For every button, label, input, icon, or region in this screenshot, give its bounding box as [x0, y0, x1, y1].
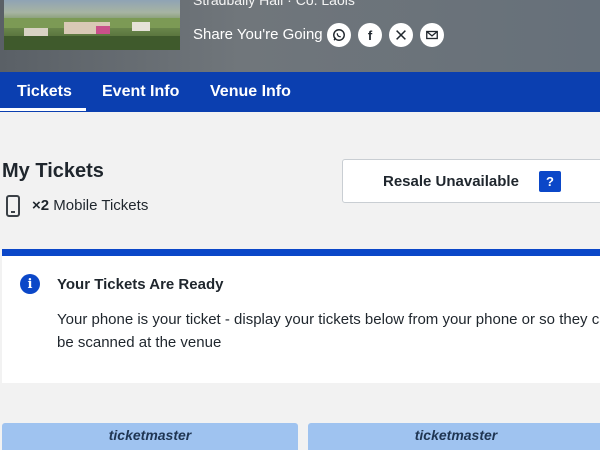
ticketmaster-logo: ticketmaster: [108, 427, 192, 443]
x-icon: [396, 30, 406, 40]
my-tickets-title: My Tickets: [2, 160, 104, 182]
facebook-icon: f: [367, 27, 373, 43]
ticket-type: Mobile Tickets: [53, 197, 149, 214]
notice-title: Your Tickets Are Ready: [57, 276, 224, 293]
help-icon[interactable]: ?: [539, 171, 561, 192]
share-whatsapp-button[interactable]: [327, 23, 351, 47]
tickets-ready-notice: i Your Tickets Are Ready Your phone is y…: [2, 249, 600, 383]
tab-venue-info[interactable]: Venue Info: [210, 83, 291, 101]
active-tab-indicator: [0, 108, 86, 111]
share-email-button[interactable]: [420, 23, 444, 47]
venue-line: Stradbally Hall · Co. Laois: [193, 0, 355, 8]
ticket-card[interactable]: ticketmaster: [308, 423, 600, 450]
tab-tickets[interactable]: Tickets: [17, 83, 72, 101]
ticketmaster-logo: ticketmaster: [414, 427, 498, 443]
share-x-button[interactable]: [389, 23, 413, 47]
share-label: Share You're Going: [193, 26, 323, 43]
event-header: Stradbally Hall · Co. Laois Share You're…: [0, 0, 600, 72]
ticket-card[interactable]: ticketmaster: [2, 423, 298, 450]
ticket-count: ×2 Mobile Tickets: [32, 197, 148, 214]
whatsapp-icon: [333, 29, 345, 41]
share-facebook-button[interactable]: f: [358, 23, 382, 47]
info-icon: i: [20, 274, 40, 294]
tab-bar: Tickets Event Info Venue Info: [0, 72, 600, 112]
event-image: [4, 0, 180, 50]
email-icon: [426, 30, 438, 40]
mobile-phone-icon: [6, 195, 20, 217]
resale-status-box[interactable]: Resale Unavailable ?: [342, 159, 600, 203]
ticket-quantity: ×2: [32, 197, 50, 214]
tab-event-info[interactable]: Event Info: [102, 83, 179, 101]
resale-label: Resale Unavailable: [383, 173, 519, 190]
notice-body: Your phone is your ticket - display your…: [57, 311, 600, 351]
